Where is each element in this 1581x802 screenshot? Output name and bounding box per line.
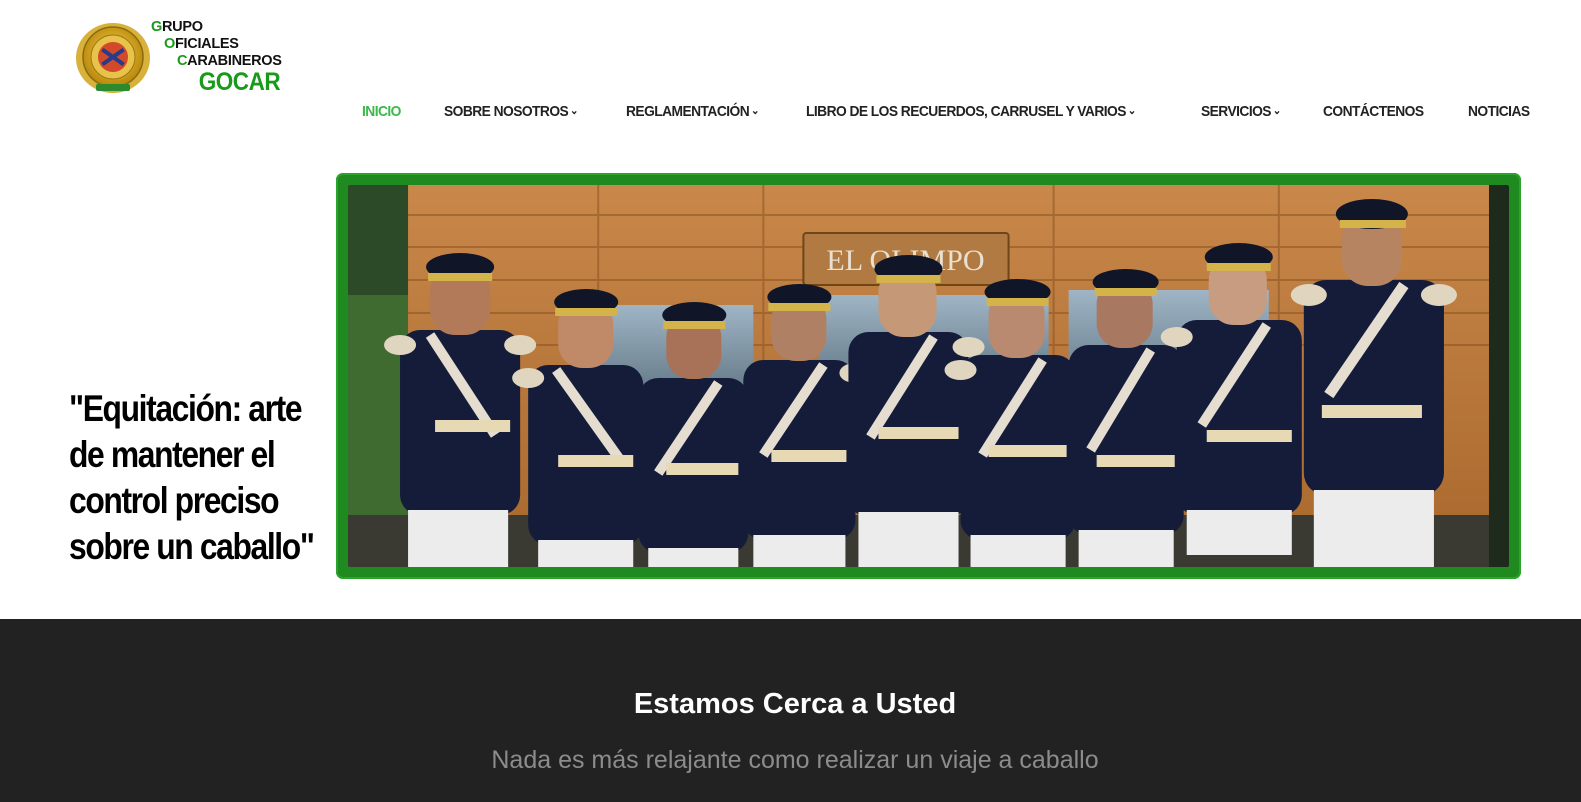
logo-initial-o: O xyxy=(164,36,175,52)
logo-word-carabineros: ARABINEROS xyxy=(187,53,282,69)
nav-item-contactenos[interactable]: CONTÁCTENOS xyxy=(1323,102,1424,120)
chevron-down-icon: ⌄ xyxy=(1272,104,1281,117)
nav-item-label: LIBRO DE LOS RECUERDOS, CARRUSEL Y VARIO… xyxy=(806,102,1127,120)
chevron-down-icon: ⌄ xyxy=(1127,104,1136,117)
site-logo[interactable]: GRUPO OFICIALES CARABINEROS GOCAR xyxy=(74,16,294,100)
nav-item-label: SOBRE NOSOTROS xyxy=(444,102,569,120)
logo-word-oficiales: FICIALES xyxy=(174,36,239,52)
hero-quote: "Equitación: arte de mantener el control… xyxy=(69,388,315,567)
hero-image-frame: EL OLIMPO xyxy=(336,173,1521,579)
nav-item-inicio[interactable]: INICIO xyxy=(362,103,401,120)
officers-group-photo: EL OLIMPO xyxy=(348,185,1509,567)
nav-item-label: CONTÁCTENOS xyxy=(1323,102,1424,120)
section-subtitle: Nada es más relajante como realizar un v… xyxy=(491,746,1099,774)
nav-item-reglamentacion[interactable]: REGLAMENTACIÓN ⌄ xyxy=(626,103,759,120)
main-nav: INICIO SOBRE NOSOTROS ⌄ REGLAMENTACIÓN ⌄ L… xyxy=(362,100,1535,122)
nav-item-noticias[interactable]: NOTICIAS xyxy=(1468,103,1530,120)
nav-item-label: NOTICIAS xyxy=(1468,102,1531,120)
chevron-down-icon: ⌄ xyxy=(750,104,759,117)
chevron-down-icon: ⌄ xyxy=(570,104,579,117)
hero-photo: EL OLIMPO xyxy=(348,185,1509,567)
section-title: Estamos Cerca a Usted xyxy=(633,688,957,720)
nav-item-label: REGLAMENTACIÓN xyxy=(625,102,750,120)
logo-badge-icon xyxy=(76,23,150,93)
logo-initial-g: G xyxy=(151,19,162,35)
logo-brand: GOCAR xyxy=(198,68,281,96)
nav-item-libro-de-los-recuerdos[interactable]: LIBRO DE LOS RECUERDOS, CARRUSEL Y VARIO… xyxy=(806,103,1136,120)
logo-initial-c: C xyxy=(177,53,188,69)
nav-item-servicios[interactable]: SERVICIOS ⌄ xyxy=(1201,103,1281,120)
nav-item-label: SERVICIOS xyxy=(1200,102,1272,120)
nav-item-sobre-nosotros[interactable]: SOBRE NOSOTROS ⌄ xyxy=(444,103,578,120)
logo-word-grupo: RUPO xyxy=(161,19,203,35)
nav-item-label: INICIO xyxy=(362,102,401,120)
